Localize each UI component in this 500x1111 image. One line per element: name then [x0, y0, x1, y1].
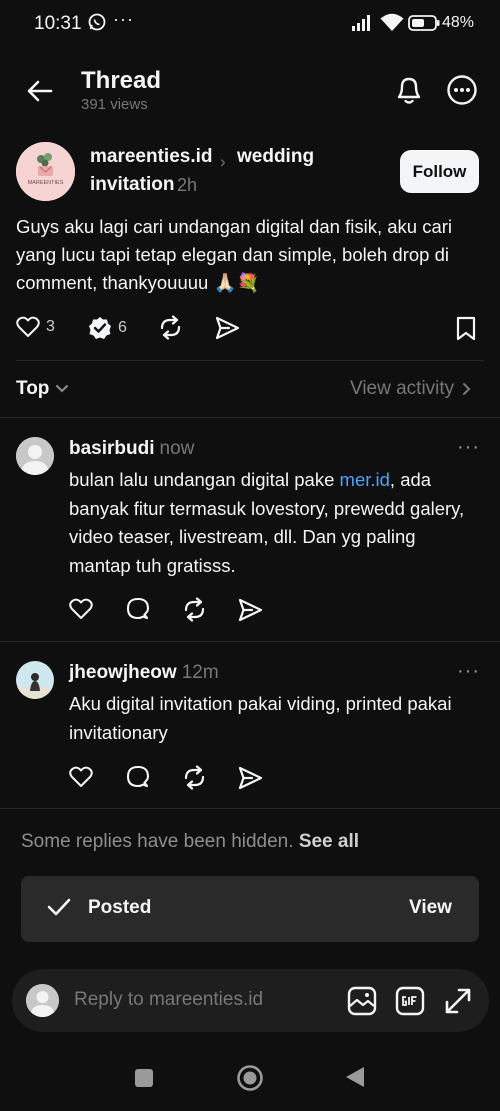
- mareenties-logo: MAREENTIES: [16, 142, 75, 201]
- repost-icon[interactable]: [158, 315, 183, 340]
- gif-icon[interactable]: [395, 986, 425, 1016]
- whatsapp-icon: [88, 13, 106, 31]
- divider: [0, 417, 500, 418]
- post-topic-continued[interactable]: invitation: [90, 174, 174, 196]
- hidden-replies-note: Some replies have been hidden. See all: [21, 831, 360, 852]
- divider: [16, 360, 484, 361]
- photo-avatar: [16, 661, 54, 699]
- reply-input[interactable]: Reply to mareenties.id: [74, 989, 263, 1011]
- status-time: 10:31: [34, 13, 82, 34]
- divider: [0, 641, 500, 642]
- system-nav-bar: [0, 1046, 500, 1111]
- verified-reply-icon: [89, 317, 111, 339]
- reply-count: 6: [118, 319, 127, 336]
- like-action[interactable]: 3: [16, 316, 55, 338]
- like-count: 3: [46, 318, 55, 335]
- reply-username[interactable]: jheowjheow 12m: [69, 662, 219, 684]
- see-all-link[interactable]: See all: [299, 831, 359, 852]
- recent-apps-icon[interactable]: [134, 1068, 154, 1088]
- post-time: 2h: [177, 175, 198, 195]
- bell-icon[interactable]: [394, 74, 424, 106]
- bookmark-icon[interactable]: [455, 316, 477, 341]
- sort-label: Top: [16, 378, 50, 399]
- back-nav-icon[interactable]: [344, 1066, 366, 1088]
- reply-link[interactable]: mer.id: [340, 469, 390, 490]
- reply-composer[interactable]: Reply to mareenties.id: [12, 969, 489, 1032]
- reply-repost-icon[interactable]: [182, 765, 207, 790]
- topic-separator: ›: [220, 152, 226, 171]
- post-text: Guys aku lagi cari undangan digital dan …: [16, 216, 453, 293]
- reply-comment-icon[interactable]: [126, 597, 150, 621]
- post-topic[interactable]: wedding: [237, 146, 314, 168]
- toast-message: Posted: [88, 897, 152, 918]
- share-send-icon[interactable]: [215, 316, 240, 340]
- reply-share-icon[interactable]: [238, 598, 263, 622]
- chevron-right-icon: [463, 383, 471, 395]
- status-bar: 10:31 ··· 48%: [0, 0, 500, 48]
- signal-icon: [352, 15, 372, 31]
- home-icon[interactable]: [236, 1064, 264, 1092]
- reply-like-icon[interactable]: [69, 598, 93, 620]
- more-options-icon[interactable]: [446, 74, 478, 106]
- expand-icon[interactable]: [443, 986, 473, 1016]
- reply-repost-icon[interactable]: [182, 597, 207, 622]
- view-activity-label: View activity: [350, 378, 455, 399]
- post-author[interactable]: mareenties.id: [90, 146, 213, 168]
- reply-share-icon[interactable]: [238, 766, 263, 790]
- reply-time: now: [159, 438, 195, 459]
- reply-avatar[interactable]: [16, 661, 54, 699]
- notification-more-icon: ···: [113, 9, 134, 29]
- default-avatar-icon: [16, 437, 54, 475]
- page-title: Thread: [81, 67, 162, 94]
- divider: [0, 808, 500, 809]
- replies-action[interactable]: 6: [88, 316, 127, 340]
- chevron-down-icon: [56, 385, 69, 393]
- reply-text: bulan lalu undangan digital pake mer.id,…: [69, 469, 465, 576]
- back-arrow-icon[interactable]: [26, 77, 54, 105]
- battery-percent: 48%: [442, 14, 475, 31]
- view-activity-link[interactable]: View activity: [350, 378, 472, 400]
- checkmark-icon: [47, 897, 71, 917]
- toast-view-button[interactable]: View: [409, 897, 452, 919]
- wifi-icon: [380, 13, 404, 32]
- image-attach-icon[interactable]: [347, 986, 377, 1016]
- follow-button[interactable]: Follow: [400, 150, 479, 193]
- reply-username[interactable]: basirbudi now: [69, 438, 194, 460]
- view-count: 391 views: [81, 96, 148, 113]
- my-avatar: [26, 984, 59, 1017]
- author-avatar[interactable]: MAREENTIES: [16, 142, 75, 201]
- heart-icon: [16, 316, 40, 337]
- posted-toast: Posted View: [21, 876, 479, 942]
- reply-time: 12m: [181, 662, 219, 683]
- reply-more-icon[interactable]: ···: [457, 660, 480, 683]
- reply-comment-icon[interactable]: [126, 765, 150, 789]
- logo-text: MAREENTIES: [28, 180, 64, 186]
- reply-text: Aku digital invitation pakai viding, pri…: [69, 693, 452, 743]
- reply-more-icon[interactable]: ···: [457, 436, 480, 459]
- reply-avatar[interactable]: [16, 437, 54, 475]
- reply-like-icon[interactable]: [69, 766, 93, 788]
- sort-dropdown[interactable]: Top: [16, 378, 69, 400]
- battery-icon: [408, 15, 440, 31]
